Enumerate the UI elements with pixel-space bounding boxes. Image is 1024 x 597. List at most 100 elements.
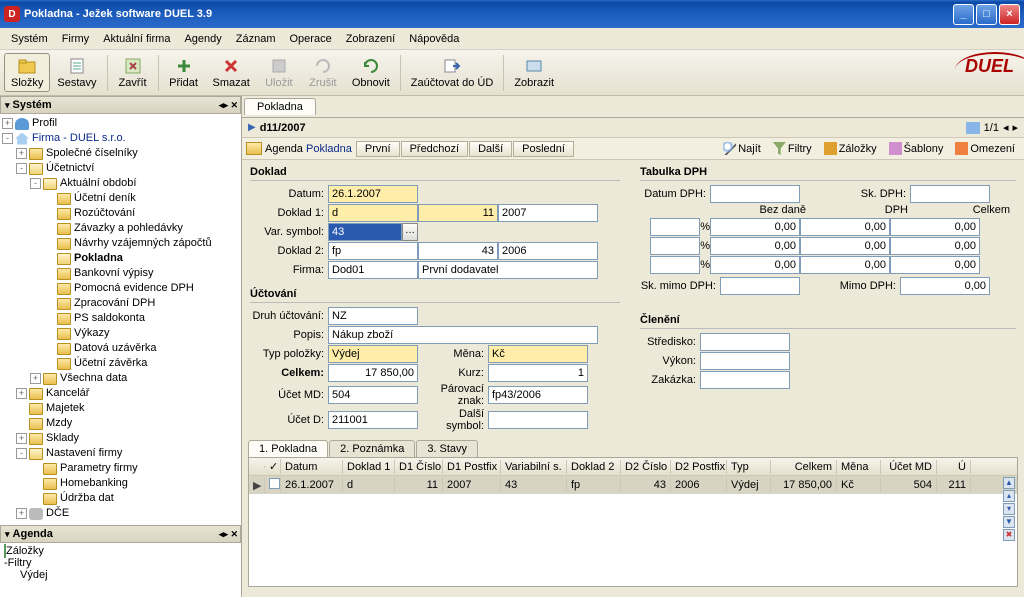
tool-filter[interactable]: Filtry xyxy=(768,140,817,157)
grid-cancel[interactable]: ✖ xyxy=(1003,529,1015,541)
druh-input[interactable] xyxy=(328,307,418,325)
tb-obnovit[interactable]: Obnovit xyxy=(345,53,397,92)
pager-icon[interactable] xyxy=(966,122,980,134)
menu-zobrazeni[interactable]: Zobrazení xyxy=(339,31,403,47)
popis-input[interactable] xyxy=(328,326,598,344)
tree-pokladna[interactable]: Pokladna xyxy=(74,251,123,266)
r2-dph[interactable] xyxy=(800,237,890,255)
tb-zavrit[interactable]: Zavřít xyxy=(111,53,155,92)
template-icon xyxy=(889,142,902,155)
grid-down[interactable]: ▾ xyxy=(1003,503,1015,515)
r3-dph[interactable] xyxy=(800,256,890,274)
find-icon xyxy=(723,142,736,155)
tb-sestavy[interactable]: Sestavy xyxy=(50,53,103,92)
data-grid[interactable]: ✓ Datum Doklad 1 D1 Číslo D1 Postfix Var… xyxy=(248,457,1018,587)
varsymbol-input[interactable] xyxy=(328,223,402,241)
par-znak[interactable] xyxy=(488,386,588,404)
dalsi-symbol[interactable] xyxy=(488,411,588,429)
maximize-button[interactable]: □ xyxy=(976,4,997,25)
doc-tab-pokladna[interactable]: Pokladna xyxy=(244,98,316,115)
record-arrow-icon: ▶ xyxy=(248,122,256,133)
r1-dph[interactable] xyxy=(800,218,890,236)
nav-last[interactable]: Poslední xyxy=(513,141,574,157)
menu-system[interactable]: Systém xyxy=(4,31,55,47)
folder-icon xyxy=(57,343,71,355)
mimo-dph[interactable] xyxy=(900,277,990,295)
doklad1-a[interactable] xyxy=(328,204,418,222)
menu-firmy[interactable]: Firmy xyxy=(55,31,97,47)
r3-cel[interactable] xyxy=(890,256,980,274)
zakazka[interactable] xyxy=(700,371,790,389)
system-panel-header[interactable]: ▾Systém◂▸ ✕ xyxy=(0,96,241,114)
r1-bez[interactable] xyxy=(710,218,800,236)
folder-icon xyxy=(29,418,43,430)
grid-up[interactable]: ▴ xyxy=(1003,490,1015,502)
menu-agendy[interactable]: Agendy xyxy=(177,31,228,47)
vykon[interactable] xyxy=(700,352,790,370)
sk-dph[interactable] xyxy=(910,185,990,203)
ucet-md[interactable] xyxy=(328,386,418,404)
sk-mimo-dph[interactable] xyxy=(720,277,800,295)
tb-slozky[interactable]: Složky xyxy=(4,53,50,92)
pager-text: 1/1 xyxy=(984,122,999,134)
stredisko[interactable] xyxy=(700,333,790,351)
firma-code[interactable] xyxy=(328,261,418,279)
firma-name[interactable] xyxy=(418,261,598,279)
r2-cel[interactable] xyxy=(890,237,980,255)
tool-bookmark[interactable]: Záložky xyxy=(819,140,882,157)
app-icon: D xyxy=(4,6,20,22)
tool-limit[interactable]: Omezení xyxy=(950,140,1020,157)
system-tree[interactable]: +Profil -Firma - DUEL s.r.o. +Společné č… xyxy=(0,114,241,525)
tb-pridat[interactable]: Přidat xyxy=(162,53,206,92)
pct1[interactable] xyxy=(650,218,700,236)
gtab-1[interactable]: 1. Pokladna xyxy=(248,440,328,457)
tb-zobrazit[interactable]: Zobrazit xyxy=(507,53,561,92)
doklad2-a[interactable] xyxy=(328,242,418,260)
pager-prev[interactable]: ◂ xyxy=(1003,121,1009,134)
doklad1-b[interactable] xyxy=(418,204,498,222)
tool-find[interactable]: Najít xyxy=(718,140,766,157)
r1-cel[interactable] xyxy=(890,218,980,236)
duel-logo: DUEL xyxy=(965,56,1014,77)
nav-first[interactable]: První xyxy=(356,141,400,157)
folder-icon xyxy=(43,178,57,190)
subnav-pokladna-link[interactable]: Pokladna xyxy=(306,143,352,155)
gtab-2[interactable]: 2. Poznámka xyxy=(329,440,415,457)
nav-prev[interactable]: Předchozí xyxy=(401,141,469,157)
folder-icon xyxy=(29,448,43,460)
varsymbol-lookup[interactable]: … xyxy=(402,223,418,241)
pager-next[interactable]: ▸ xyxy=(1012,121,1018,134)
table-row[interactable]: ▶ 26.1.2007 d 11 2007 43 fp 43 2006 Výde… xyxy=(249,476,1017,494)
menu-napoveda[interactable]: Nápověda xyxy=(402,31,466,47)
r3-bez[interactable] xyxy=(710,256,800,274)
close-button[interactable]: × xyxy=(999,4,1020,25)
pct2[interactable] xyxy=(650,237,700,255)
menu-zaznam[interactable]: Záznam xyxy=(229,31,283,47)
doklad1-c[interactable] xyxy=(498,204,598,222)
tb-zauctovat[interactable]: Zaúčtovat do ÚD xyxy=(404,53,501,92)
row-checkbox[interactable] xyxy=(269,478,280,489)
agenda-tree[interactable]: Záložky -Filtry Výdej xyxy=(0,543,241,597)
minimize-button[interactable]: _ xyxy=(953,4,974,25)
pct3[interactable] xyxy=(650,256,700,274)
ucet-d[interactable] xyxy=(328,411,418,429)
kurz-input[interactable] xyxy=(488,364,588,382)
grid-bottom[interactable]: ▼ xyxy=(1003,516,1015,528)
celkem-input[interactable] xyxy=(328,364,418,382)
mena-input[interactable] xyxy=(488,345,588,363)
doklad2-b[interactable] xyxy=(418,242,498,260)
doklad2-c[interactable] xyxy=(498,242,598,260)
menu-operace[interactable]: Operace xyxy=(283,31,339,47)
tree-firma[interactable]: Firma - DUEL s.r.o. xyxy=(32,131,126,146)
grid-top[interactable]: ▲ xyxy=(1003,477,1015,489)
agenda-panel-header[interactable]: ▾Agenda◂▸ ✕ xyxy=(0,525,241,543)
nav-next[interactable]: Další xyxy=(469,141,512,157)
datum-dph[interactable] xyxy=(710,185,800,203)
tb-smazat[interactable]: Smazat xyxy=(206,53,257,92)
typ-input[interactable] xyxy=(328,345,418,363)
tool-templates[interactable]: Šablony xyxy=(884,140,949,157)
menu-aktualni-firma[interactable]: Aktuální firma xyxy=(96,31,177,47)
datum-input[interactable] xyxy=(328,185,418,203)
gtab-3[interactable]: 3. Stavy xyxy=(416,440,478,457)
r2-bez[interactable] xyxy=(710,237,800,255)
